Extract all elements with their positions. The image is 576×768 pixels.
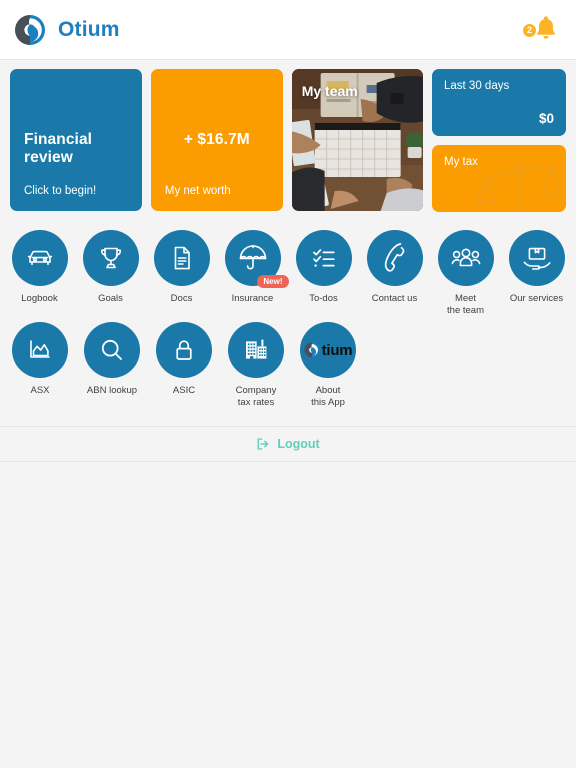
brand-name: Otium <box>58 17 120 41</box>
grid-label-logbook: Logbook <box>21 293 58 304</box>
otium-swirl-mark-icon <box>304 342 320 358</box>
grid-label-asic: ASIC <box>172 385 196 396</box>
net-worth-card[interactable]: + $16.7M My net worth <box>150 69 283 211</box>
net-worth-amount: + $16.7M <box>183 131 250 148</box>
notifications-button[interactable]: 2 <box>520 13 560 47</box>
last-30-days-card[interactable]: Last 30 days $0 <box>432 69 566 136</box>
grid-item-asic[interactable]: ASIC <box>148 316 220 408</box>
grid-item-docs[interactable]: Docs <box>146 224 217 316</box>
grid-item-to-dos[interactable]: To-dos <box>288 224 359 316</box>
buildings-icon <box>228 322 284 378</box>
logout-label: Logout <box>277 437 320 451</box>
last-30-days-title: Last 30 days <box>444 80 510 92</box>
car-icon <box>11 230 68 286</box>
grid-label-asx: ASX <box>30 385 50 396</box>
my-team-title: My team <box>301 83 358 99</box>
grid-item-about-this-app[interactable]: tium About this App <box>292 316 364 408</box>
right-card-stack: Last 30 days $0 My tax <box>432 69 566 212</box>
icon-grid-row-2: ASX ABN lookup ASIC Company tax rates ti… <box>0 316 576 408</box>
net-worth-label: My net worth <box>164 185 231 197</box>
grid-item-meet-the-team[interactable]: Meet the team <box>430 224 501 316</box>
area-chart-icon <box>12 322 68 378</box>
icon-grid: Logbook Goals Docs New! Insurance To-dos… <box>0 212 576 414</box>
document-icon <box>153 230 210 286</box>
app-header: Otium 2 <box>0 0 576 60</box>
financial-review-card[interactable]: Financial review Click to begin! <box>10 69 142 211</box>
umbrella-icon: New! <box>224 230 289 288</box>
checklist-icon <box>295 230 352 286</box>
grid-label-contact-us: Contact us <box>371 293 418 304</box>
grid-label-goals: Goals <box>98 293 123 304</box>
financial-review-title: Financial review <box>24 131 93 166</box>
grid-item-insurance[interactable]: New! Insurance <box>217 224 289 316</box>
my-team-card[interactable]: My team <box>291 69 423 211</box>
dashboard-cards: Financial review Click to begin! + $16.7… <box>0 60 576 212</box>
magnifier-icon <box>84 322 140 378</box>
grid-label-company-tax-rates: Company tax rates <box>235 385 277 408</box>
about-mark-text: tium <box>321 341 353 359</box>
grid-label-docs: Docs <box>170 293 193 304</box>
grid-label-to-dos: To-dos <box>309 293 338 304</box>
padlock-icon <box>156 322 212 378</box>
grid-item-asx[interactable]: ASX <box>4 316 76 408</box>
grid-label-abn-lookup: ABN lookup <box>86 385 138 396</box>
my-tax-card[interactable]: My tax <box>432 145 566 212</box>
people-group-icon <box>437 230 494 286</box>
logout-arrow-icon <box>256 437 270 451</box>
last-30-days-amount: $0 <box>538 111 554 126</box>
phone-icon <box>366 230 423 286</box>
hand-holding-box-icon <box>508 230 565 286</box>
grid-label-about-this-app: About this App <box>311 385 345 408</box>
grid-item-contact-us[interactable]: Contact us <box>359 224 430 316</box>
icon-grid-row-1: Logbook Goals Docs New! Insurance To-dos… <box>0 224 576 316</box>
new-badge: New! <box>257 275 289 288</box>
logout-bar[interactable]: Logout <box>0 426 576 462</box>
notification-count-badge: 2 <box>522 22 537 38</box>
grid-label-insurance: Insurance <box>231 293 274 304</box>
brand[interactable]: Otium <box>14 14 120 46</box>
my-tax-title: My tax <box>444 156 478 168</box>
otium-logo-icon: tium <box>300 322 356 378</box>
grid-item-logbook[interactable]: Logbook <box>4 224 75 316</box>
grid-item-goals[interactable]: Goals <box>75 224 146 316</box>
grid-item-company-tax-rates[interactable]: Company tax rates <box>220 316 292 408</box>
trophy-icon <box>82 230 139 286</box>
grid-label-meet-the-team: Meet the team <box>447 293 484 316</box>
grid-item-our-services[interactable]: Our services <box>501 224 572 316</box>
financial-review-subtitle: Click to begin! <box>24 185 97 197</box>
grid-label-our-services: Our services <box>509 293 564 304</box>
otium-swirl-logo-icon <box>14 14 46 46</box>
grid-item-abn-lookup[interactable]: ABN lookup <box>76 316 148 408</box>
